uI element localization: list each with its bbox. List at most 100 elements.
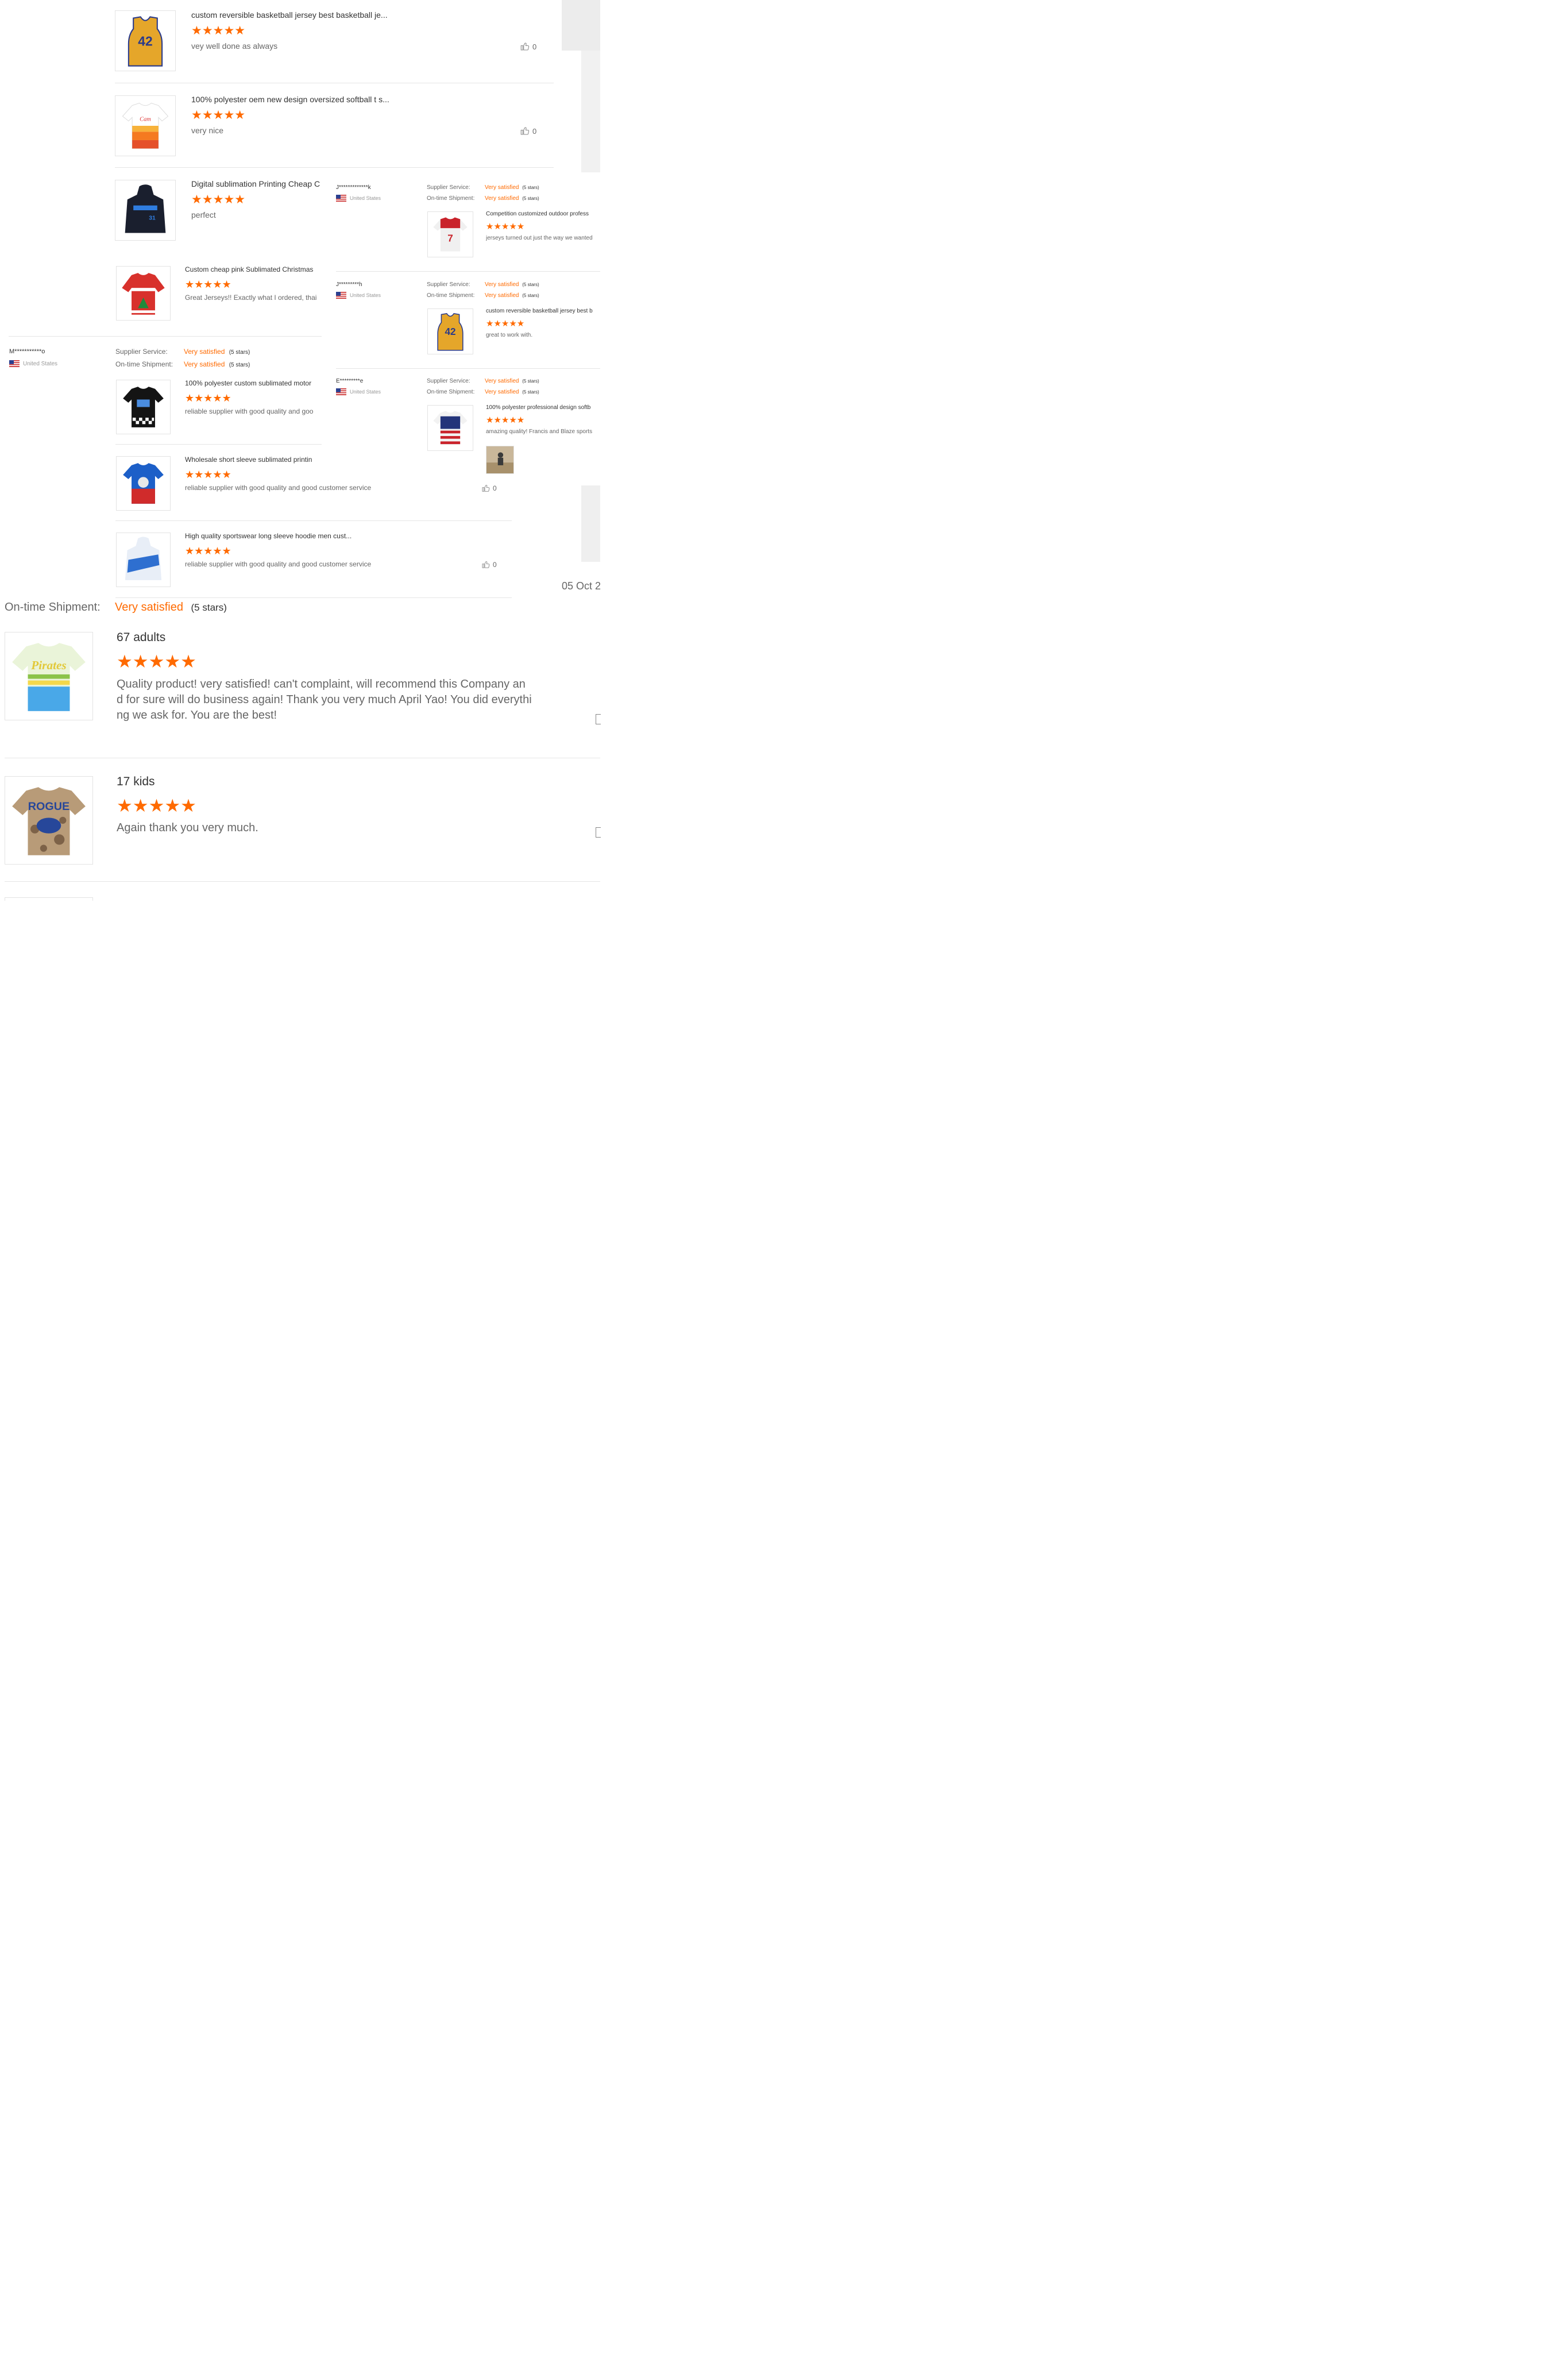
- product-thumbnail-black-hoodie[interactable]: 31: [115, 180, 176, 241]
- shipment-label-large: On-time Shipment:: [5, 601, 101, 614]
- shipment-label: On-time Shipment:: [427, 389, 475, 395]
- like-count: 0: [493, 484, 497, 492]
- svg-text:31: 31: [149, 215, 156, 222]
- shipment-label: On-time Shipment:: [427, 292, 475, 299]
- review-comment: reliable supplier with good quality and …: [185, 560, 372, 568]
- like-count: 0: [532, 42, 537, 51]
- us-flag-icon: [336, 195, 346, 202]
- review-comment-line: Again thank you very much.: [117, 821, 258, 834]
- shipment-rating: Very satisfied (5 stars): [485, 292, 539, 299]
- review-product-title[interactable]: 100% polyester oem new design oversized …: [191, 95, 389, 104]
- divider: [336, 271, 600, 272]
- supplier-service-rating: Very satisfied (5 stars): [485, 378, 539, 384]
- review-product-title[interactable]: Custom cheap pink Sublimated Christmas: [185, 265, 322, 273]
- shipment-rating: Very satisfied (5 stars): [184, 360, 250, 368]
- product-thumbnail-sunset-shirt[interactable]: Cam: [115, 95, 176, 156]
- shipment-rating: Very satisfied (5 stars): [485, 389, 539, 395]
- svg-text:Pirates: Pirates: [30, 658, 66, 672]
- supplier-service-rating: Very satisfied (5 stars): [485, 281, 539, 288]
- like-button[interactable]: 0: [520, 41, 536, 52]
- review-product-title[interactable]: 100% polyester custom sublimated motor: [185, 379, 322, 387]
- like-count: 0: [493, 561, 497, 569]
- divider: [115, 597, 512, 598]
- jersey-image: 7: [433, 217, 468, 252]
- review-comment-line: ng we ask for. You are the best!: [117, 709, 277, 722]
- review-product-title-large[interactable]: 17 kids: [117, 775, 155, 789]
- next-review-thumbnail-edge: [5, 897, 93, 901]
- star-rating: ★★★★★: [486, 319, 525, 329]
- review-comment: perfect: [191, 210, 216, 219]
- review-comment: reliable supplier with good quality and …: [185, 407, 314, 415]
- star-rating: ★★★★★: [185, 392, 231, 404]
- shipment-rating: Very satisfied (5 stars): [485, 195, 539, 202]
- review-product-title[interactable]: Digital sublimation Printing Cheap C: [191, 179, 322, 188]
- shipment-label: On-time Shipment:: [115, 360, 173, 368]
- supplier-service-label: Supplier Service:: [427, 378, 470, 384]
- review-product-title[interactable]: custom reversible basketball jersey best…: [191, 10, 388, 20]
- like-icon-partial[interactable]: [596, 827, 601, 838]
- buyer-country: United States: [336, 195, 381, 202]
- buyer-name: M***********o: [9, 348, 45, 355]
- review-comment: amazing quality! Francis and Blaze sport…: [486, 429, 593, 435]
- buyer-country: United States: [336, 292, 381, 299]
- divider: [115, 444, 322, 445]
- review-comment-line: d for sure will do business again! Thank…: [117, 693, 532, 706]
- product-thumbnail-christmas-jersey[interactable]: [116, 266, 171, 321]
- svg-text:7: 7: [447, 232, 453, 244]
- buyer-country: United States: [9, 360, 57, 367]
- review-product-title[interactable]: custom reversible basketball jersey best…: [486, 308, 600, 314]
- like-count: 0: [532, 126, 537, 136]
- jersey-image: ROGUE: [12, 787, 86, 855]
- review-product-title[interactable]: Wholesale short sleeve sublimated printi…: [185, 456, 322, 464]
- background-panel-side: [581, 51, 600, 172]
- review-product-title[interactable]: Competition customized outdoor profess: [486, 211, 600, 217]
- hoodie-image: 31: [125, 184, 166, 233]
- review-comment: vey well done as always: [191, 41, 278, 51]
- buyer-name: E*********e: [336, 378, 364, 384]
- product-thumbnail-red-white-jersey[interactable]: 7: [427, 211, 473, 257]
- review-product-title[interactable]: High quality sportswear long sleeve hood…: [185, 532, 352, 540]
- jersey-image: [122, 273, 165, 315]
- review-comment-line: Quality product! very satisfied! can't c…: [117, 678, 526, 691]
- star-rating: ★★★★★: [486, 415, 525, 425]
- review-date: 05 Oct 2: [562, 580, 601, 592]
- review-comment: Great Jerseys!! Exactly what I ordered, …: [185, 294, 317, 302]
- thumbs-up-icon: [482, 561, 490, 568]
- thumbs-up-icon: [520, 43, 530, 51]
- product-thumbnail-pirates-shirt[interactable]: Pirates: [5, 632, 93, 720]
- product-thumbnail-blue-hoodie[interactable]: [116, 533, 171, 587]
- product-thumbnail-yellow-jersey[interactable]: 42: [115, 10, 176, 71]
- buyer-name: J*********h: [336, 281, 362, 288]
- jersey-image: 42: [128, 16, 163, 67]
- us-flag-icon: [336, 388, 346, 395]
- star-rating: ★★★★★: [191, 24, 246, 37]
- product-thumbnail-checkered-shirt[interactable]: [116, 380, 171, 434]
- supplier-service-label: Supplier Service:: [115, 348, 168, 356]
- jersey-image: [433, 411, 468, 445]
- review-product-title-large[interactable]: 67 adults: [117, 631, 165, 645]
- product-thumbnail-blue-red-shirt[interactable]: [116, 456, 171, 511]
- like-button[interactable]: 0: [481, 560, 497, 569]
- product-thumbnail-flag-jersey[interactable]: [427, 405, 473, 451]
- star-rating: ★★★★★: [486, 222, 525, 232]
- svg-text:42: 42: [445, 326, 455, 337]
- svg-text:Cam: Cam: [140, 117, 151, 123]
- like-icon-partial[interactable]: [596, 714, 601, 724]
- divider: [5, 881, 600, 882]
- product-thumbnail-yellow-jersey[interactable]: 42: [427, 308, 473, 354]
- divider: [9, 336, 322, 337]
- jersey-image: 42: [437, 313, 464, 351]
- supplier-service-rating: Very satisfied (5 stars): [184, 348, 250, 356]
- product-thumbnail-rogue-camo-jersey[interactable]: ROGUE: [5, 776, 93, 865]
- review-photo-thumbnail[interactable]: [486, 446, 514, 474]
- thumbs-up-icon: [482, 485, 490, 492]
- star-rating: ★★★★★: [185, 545, 231, 557]
- shipment-rating-large: Very satisfied (5 stars): [115, 601, 227, 614]
- star-rating: ★★★★★: [191, 193, 246, 206]
- us-flag-icon: [336, 292, 346, 299]
- review-product-title[interactable]: 100% polyester professional design softb: [486, 404, 600, 411]
- like-button[interactable]: 0: [481, 484, 497, 493]
- supplier-service-label: Supplier Service:: [427, 184, 470, 191]
- like-button[interactable]: 0: [520, 126, 536, 136]
- shipment-label: On-time Shipment:: [427, 195, 475, 202]
